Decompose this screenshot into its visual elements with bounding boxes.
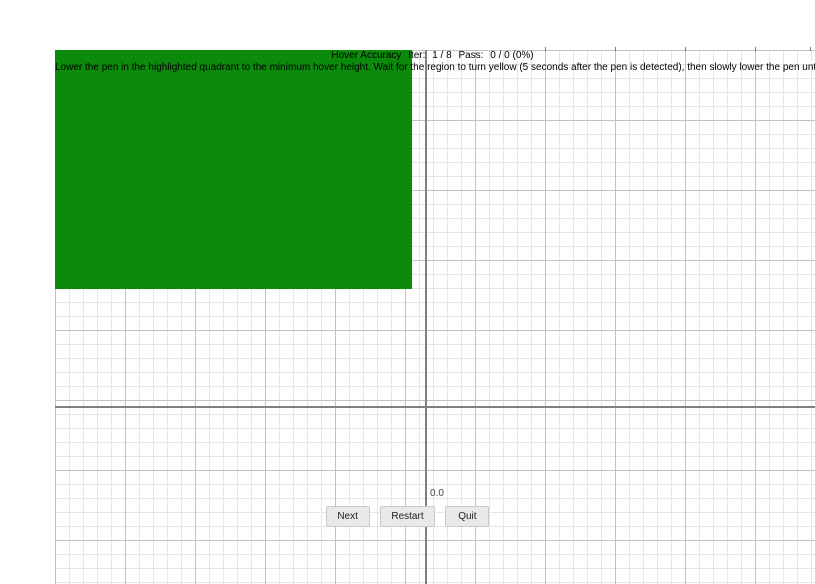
title-line: Hover Accuracy Iter: 1 / 8 Pass: 0 / 0 (… <box>55 50 810 62</box>
center-value: 0.0 <box>422 488 452 499</box>
iter-value: 1 / 8 <box>432 50 451 61</box>
button-bar: Next Restart Quit <box>0 506 815 527</box>
quit-button[interactable]: Quit <box>445 506 489 527</box>
pass-label: Pass: <box>458 50 483 61</box>
iter-label: Iter: <box>408 50 425 61</box>
axis-vertical <box>425 50 427 584</box>
instructions-text: Lower the pen in the highlighted quadran… <box>55 62 810 74</box>
pass-value: 0 / 0 (0%) <box>490 50 533 61</box>
next-button[interactable]: Next <box>326 506 370 527</box>
header: Hover Accuracy Iter: 1 / 8 Pass: 0 / 0 (… <box>55 50 810 74</box>
test-title: Hover Accuracy <box>331 50 401 61</box>
axis-horizontal <box>55 406 815 408</box>
restart-button[interactable]: Restart <box>380 506 434 527</box>
highlighted-quadrant[interactable] <box>55 50 412 289</box>
test-canvas[interactable] <box>55 50 815 584</box>
